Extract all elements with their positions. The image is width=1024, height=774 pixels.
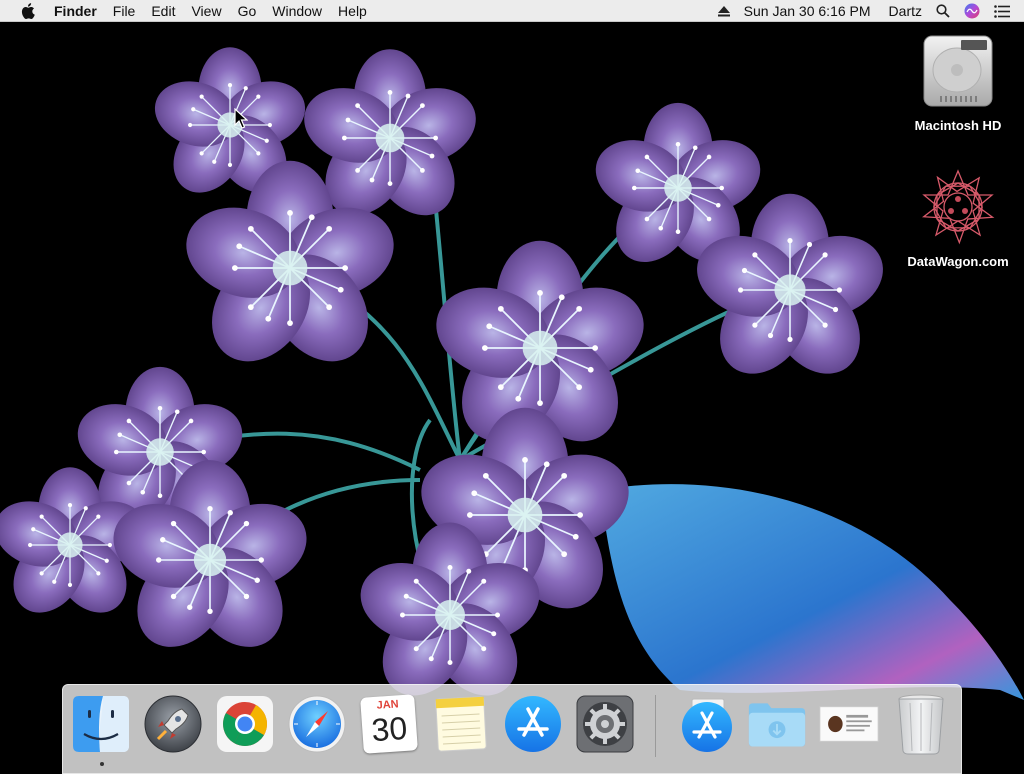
dock-downloads[interactable] <box>747 693 807 755</box>
launchpad-rocket-icon <box>144 695 202 753</box>
running-indicator <box>100 762 104 766</box>
calendar-day: 30 <box>370 709 409 749</box>
trash-icon <box>898 694 944 755</box>
eject-icon[interactable] <box>717 0 730 22</box>
menu-edit[interactable]: Edit <box>143 0 183 22</box>
chrome-icon <box>217 696 273 752</box>
menu-window[interactable]: Window <box>264 0 330 22</box>
menubar-clock[interactable]: Sun Jan 30 6:16 PM <box>744 0 871 22</box>
dock-system-preferences[interactable] <box>575 693 635 755</box>
dock-calendar[interactable]: JAN 30 <box>359 693 419 755</box>
search-icon[interactable] <box>936 0 950 22</box>
dock: JAN 30 <box>62 684 962 774</box>
dock-app-store[interactable] <box>503 693 563 755</box>
menu-file[interactable]: File <box>105 0 144 22</box>
dock-trash[interactable] <box>891 693 951 755</box>
safari-compass-icon <box>288 695 346 753</box>
desktop-wallpaper <box>0 0 1024 768</box>
document-preview-icon <box>819 706 879 742</box>
notification-list-icon[interactable] <box>994 0 1010 22</box>
calendar-icon: JAN 30 <box>360 694 418 754</box>
dock-app-store-stack[interactable] <box>677 693 737 755</box>
mouse-cursor-icon <box>234 108 248 129</box>
app-store-icon <box>505 696 561 752</box>
dock-finder[interactable] <box>71 693 131 755</box>
apple-logo-icon[interactable] <box>18 0 38 22</box>
hard-drive-icon <box>918 30 998 112</box>
desktop-icon-label: Macintosh HD <box>914 118 1002 133</box>
dock-launchpad[interactable] <box>143 693 203 755</box>
menu-go[interactable]: Go <box>230 0 265 22</box>
desktop-icon-datawagon[interactable]: DataWagon.com <box>903 166 1013 269</box>
dock-separator <box>655 695 656 757</box>
desktop-icon-label: DataWagon.com <box>907 254 1009 269</box>
menu-app-finder[interactable]: Finder <box>46 0 105 22</box>
menu-view[interactable]: View <box>183 0 229 22</box>
menu-bar: Finder File Edit View Go Window Help Sun… <box>0 0 1024 22</box>
desktop-icon-macintosh-hd[interactable]: Macintosh HD <box>903 30 1013 133</box>
dock-document[interactable] <box>819 693 879 755</box>
menu-help[interactable]: Help <box>330 0 375 22</box>
menubar-user[interactable]: Dartz <box>889 0 922 22</box>
notes-icon <box>435 696 487 752</box>
gear-icon <box>576 695 634 753</box>
dock-notes[interactable] <box>431 693 491 755</box>
star-pattern-icon <box>918 166 998 248</box>
app-store-icon <box>682 698 732 752</box>
siri-icon[interactable] <box>964 0 980 22</box>
finder-icon <box>73 696 129 752</box>
dock-chrome[interactable] <box>215 693 275 755</box>
dock-safari[interactable] <box>287 693 347 755</box>
downloads-folder-icon <box>748 703 806 747</box>
